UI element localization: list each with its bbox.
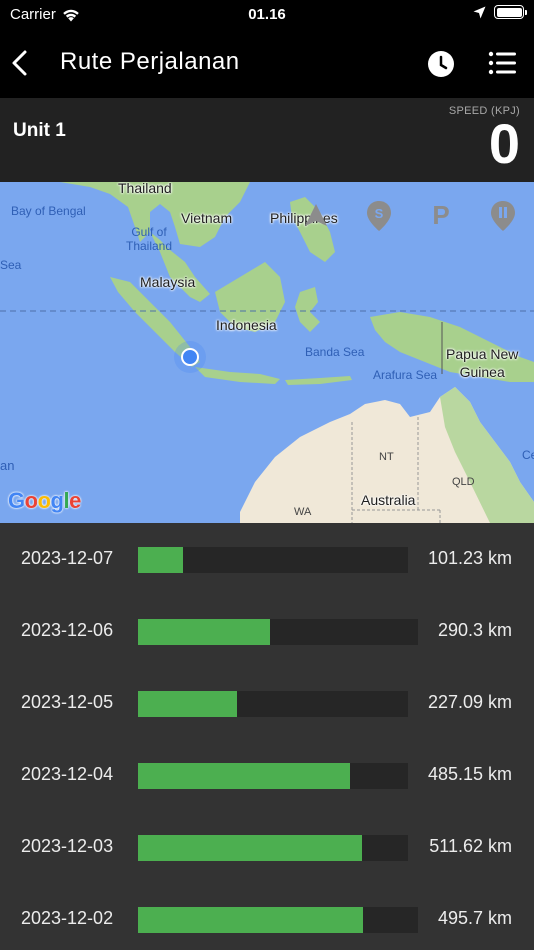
map-view[interactable]: Thailand Vietnam Philippines Malaysia In…	[0, 182, 534, 523]
map-label-australia: Australia	[361, 492, 416, 508]
speed-value: 0	[488, 112, 520, 175]
status-right	[473, 5, 527, 19]
trip-distance-bar-track	[138, 907, 418, 933]
map-label-arafura-sea: Arafura Sea	[373, 368, 438, 382]
trip-distance-bar-track	[138, 547, 408, 573]
location-arrow-icon	[473, 6, 486, 18]
trip-distance-bar-fill	[138, 691, 237, 717]
trip-distance-bar-track	[138, 619, 418, 645]
trip-distance-bar-fill	[138, 907, 363, 933]
trip-row[interactable]: 2023-12-04 485.15 km	[0, 761, 534, 791]
pause-marker-icon[interactable]	[490, 200, 516, 232]
trip-row[interactable]: 2023-12-06 290.3 km	[0, 617, 534, 647]
person-marker-icon[interactable]	[303, 202, 329, 230]
s-marker-icon[interactable]: S	[366, 200, 392, 232]
unit-name: Unit 1	[13, 120, 66, 141]
trip-distance-bar-fill	[138, 763, 350, 789]
trip-list: 2023-12-07 101.23 km 2023-12-06 290.3 km 202…	[0, 523, 534, 950]
map-label-nt: NT	[379, 451, 394, 463]
list-icon[interactable]	[488, 50, 516, 76]
trip-distance-bar-track	[138, 835, 408, 861]
clock-icon[interactable]	[427, 50, 455, 78]
trip-distance-bar-fill	[138, 619, 270, 645]
trip-row[interactable]: 2023-12-05 227.09 km	[0, 689, 534, 719]
svg-text:P: P	[432, 202, 449, 230]
trip-date: 2023-12-06	[21, 620, 114, 640]
nav-bar: Rute Perjalanan	[0, 28, 534, 98]
trip-date: 2023-12-03	[21, 836, 114, 856]
status-bar: Carrier 01.16	[0, 0, 534, 28]
map-label-malaysia: Malaysia	[140, 274, 196, 290]
map-label-qld: QLD	[452, 476, 475, 488]
trip-date: 2023-12-02	[21, 908, 114, 928]
map-label-sea-left: Sea	[0, 258, 22, 272]
map-label-an-left: an	[0, 458, 15, 473]
trip-date: 2023-12-05	[21, 692, 114, 712]
trip-distance: 290.3 km	[437, 620, 512, 640]
battery-icon	[494, 5, 527, 19]
trip-row[interactable]: 2023-12-07 101.23 km	[0, 545, 534, 575]
trip-distance-bar-track	[138, 691, 408, 717]
map-label-wa: WA	[294, 506, 312, 518]
trip-distance: 495.7 km	[437, 908, 512, 928]
current-location-marker[interactable]	[174, 341, 206, 373]
unit-header: Unit 1 SPEED (KPJ) 0	[0, 98, 534, 182]
trip-distance: 485.15 km	[427, 764, 512, 784]
map-label-bay-of-bengal: Bay of Bengal	[11, 204, 86, 218]
page-title: Rute Perjalanan	[60, 48, 240, 75]
trip-row[interactable]: 2023-12-02 495.7 km	[0, 905, 534, 935]
trip-row[interactable]: 2023-12-03 511.62 km	[0, 833, 534, 863]
map-label-vietnam: Vietnam	[181, 210, 233, 226]
google-logo: Google	[8, 488, 81, 513]
map-label-papua: Papua New Guinea	[446, 346, 519, 380]
map-label-thailand: Thailand	[118, 182, 172, 196]
map-label-ce-right: Ce	[522, 448, 534, 462]
trip-date: 2023-12-04	[21, 764, 114, 784]
map-label-gulf-of-thailand: Gulf of Thailand	[126, 225, 173, 253]
trip-distance: 101.23 km	[427, 548, 512, 568]
back-chevron-icon[interactable]	[8, 48, 32, 78]
trip-distance: 511.62 km	[429, 836, 512, 856]
map-label-indonesia: Indonesia	[216, 317, 277, 333]
map-label-banda-sea: Banda Sea	[305, 345, 365, 359]
trip-distance: 227.09 km	[427, 692, 512, 712]
svg-text:S: S	[375, 206, 384, 221]
trip-distance-bar-fill	[138, 835, 362, 861]
p-marker-icon[interactable]: P	[430, 202, 452, 230]
trip-distance-bar-fill	[138, 547, 183, 573]
status-time: 01.16	[248, 6, 286, 23]
trip-distance-bar-track	[138, 763, 408, 789]
trip-date: 2023-12-07	[21, 548, 114, 568]
